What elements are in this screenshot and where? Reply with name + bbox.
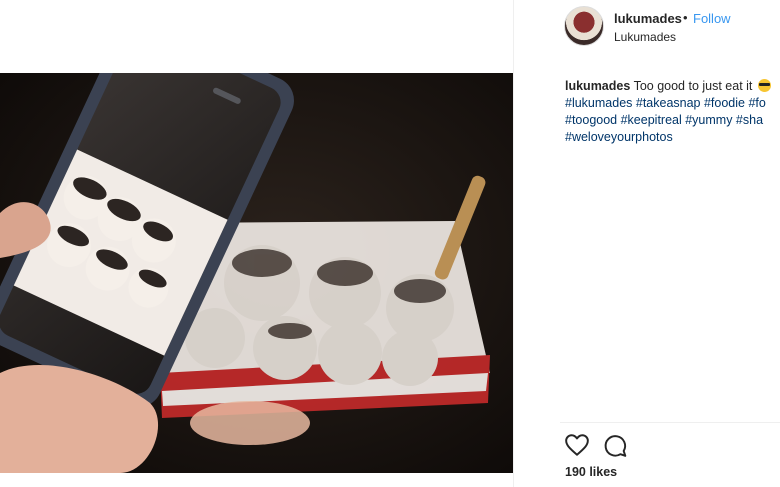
photo-image: [0, 73, 513, 473]
hashtag-line[interactable]: #weloveyourphotos: [565, 129, 780, 146]
heart-icon[interactable]: [564, 432, 590, 458]
post-header: lukumades • Follow Lukumades: [514, 0, 780, 52]
follow-button[interactable]: Follow: [693, 11, 731, 26]
profile-avatar[interactable]: [564, 6, 604, 46]
separator-dot: •: [683, 10, 688, 25]
post-caption: lukumades Too good to just eat it #lukum…: [565, 78, 780, 146]
username-link[interactable]: lukumades: [614, 11, 682, 26]
location-link[interactable]: Lukumades: [614, 30, 676, 44]
hashtag-line[interactable]: #toogood #keepitreal #yummy #sha: [565, 112, 780, 129]
post-sidebar: lukumades • Follow Lukumades lukumades T…: [513, 0, 780, 487]
hashtag-line[interactable]: #lukumades #takeasnap #foodie #fo: [565, 95, 780, 112]
section-divider: [560, 422, 780, 423]
caption-first-line: lukumades Too good to just eat it: [565, 78, 780, 95]
caption-username[interactable]: lukumades: [565, 79, 630, 93]
comment-icon[interactable]: [602, 432, 628, 458]
post-photo[interactable]: [0, 73, 513, 473]
likes-count[interactable]: 190 likes: [565, 465, 617, 479]
sunglasses-emoji-icon: [757, 79, 771, 92]
caption-text: Too good to just eat it: [633, 79, 753, 93]
